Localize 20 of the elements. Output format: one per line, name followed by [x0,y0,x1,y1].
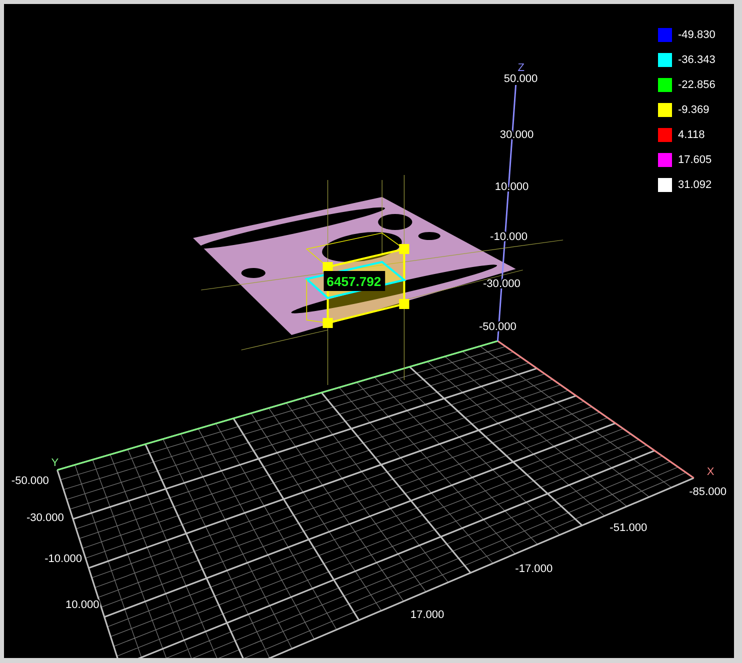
axis-tick-label: -17.000 [515,563,553,575]
legend-value: -49.830 [678,29,716,41]
measurement-value-label: 6457.792 [324,271,386,291]
legend-value: -9.369 [678,104,710,116]
axis-label: X [706,466,714,478]
axis-label: Z [518,62,525,74]
axis-tick-label: -51.000 [610,522,648,534]
axis-tick-label: 50.000 [504,73,538,85]
axis-tick-label: -10.000 [44,553,82,565]
axis-tick-label: -30.000 [26,512,64,524]
legend-value: 31.092 [678,179,712,191]
legend-value: 4.118 [678,129,705,141]
legend-value: 17.605 [678,154,712,166]
axis-label: Y [51,457,59,469]
axis-tick-label: 10.000 [66,599,100,611]
axis-tick-label: -85.000 [689,486,727,498]
axis-tick-label: 17.000 [410,609,444,621]
legend-value: -36.343 [678,54,716,66]
axis-tick-label: -50.000 [11,475,49,487]
legend-value: -22.856 [678,79,716,91]
